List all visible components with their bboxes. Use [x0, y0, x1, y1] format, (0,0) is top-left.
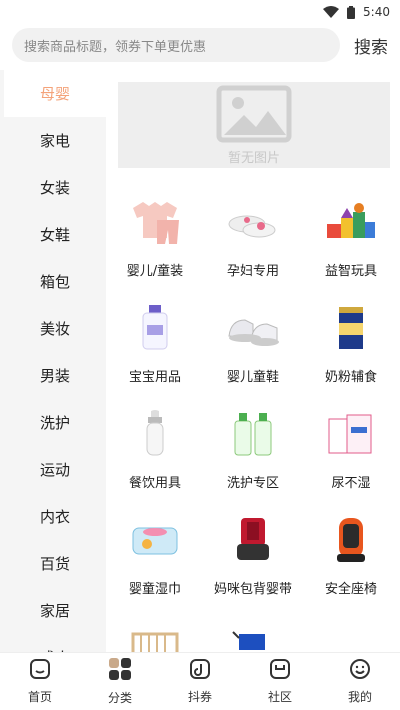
- category-content: 暂无图片 婴儿/童装 孕妇专用 益智玩具宝宝用品 婴儿童鞋 奶粉辅食餐饮用具 洗护专区 尿不…: [106, 70, 400, 652]
- image-placeholder-icon: [216, 85, 292, 142]
- sidebar-item-label: 女装: [39, 179, 70, 197]
- sidebar-item[interactable]: 女装: [4, 164, 106, 211]
- sidebar-item[interactable]: 家居: [4, 587, 106, 634]
- banner-placeholder[interactable]: 暂无图片: [118, 82, 390, 168]
- sidebar-item-label: 内衣: [39, 508, 70, 526]
- category-label: 婴童湿巾: [128, 582, 181, 597]
- profile-icon: [349, 658, 371, 683]
- baby-shoes-icon: [224, 302, 282, 354]
- search-placeholder: 搜索商品标题，领券下单更优惠: [24, 39, 207, 55]
- sidebar-item-label: 运动: [39, 461, 70, 479]
- baby-lotion-icon: [126, 302, 184, 354]
- sidebar-item[interactable]: 成人: [4, 634, 106, 652]
- category-item[interactable]: 尿不湿: [302, 400, 400, 506]
- category-item[interactable]: [204, 612, 302, 652]
- baby-carrier-icon: [224, 514, 282, 566]
- sidebar-item-label: 洗护: [39, 414, 70, 432]
- sidebar-item[interactable]: 美妆: [4, 305, 106, 352]
- sidebar-item[interactable]: 百货: [4, 540, 106, 587]
- sidebar-item[interactable]: 女鞋: [4, 211, 106, 258]
- category-label: 婴儿/童装: [126, 264, 184, 279]
- category-item[interactable]: 婴儿/童装: [106, 188, 204, 294]
- sidebar-item-label: 家居: [39, 602, 70, 620]
- category-item[interactable]: 婴儿童鞋: [204, 294, 302, 400]
- diapers-icon: [322, 408, 380, 460]
- category-label: 妈咪包背婴带: [213, 582, 292, 597]
- category-item[interactable]: 洗护专区: [204, 400, 302, 506]
- baby-bottle-icon: [126, 408, 184, 460]
- tab-douyin-coupon[interactable]: 抖券: [160, 653, 240, 710]
- tab-label: 我的: [347, 690, 372, 704]
- sidebar-item-label: 女鞋: [39, 226, 70, 244]
- sidebar-item[interactable]: 洗护: [4, 399, 106, 446]
- bottom-tabbar: 首页 分类 抖券 社区 我的: [0, 652, 400, 710]
- category-label: 益智玩具: [324, 264, 377, 279]
- sidebar-item-label: 男装: [39, 367, 70, 385]
- search-row: 搜索商品标题，领券下单更优惠 搜索: [12, 28, 388, 62]
- sidebar-item[interactable]: 家电: [4, 117, 106, 164]
- category-item[interactable]: 婴童湿巾: [106, 506, 204, 612]
- community-icon: [269, 658, 291, 683]
- maternity-shoes-icon: [224, 196, 282, 248]
- category-item[interactable]: 孕妇专用: [204, 188, 302, 294]
- douyin-coupon-icon: [189, 658, 211, 683]
- category-label: 安全座椅: [324, 582, 377, 597]
- car-seat-icon: [322, 514, 380, 566]
- building-blocks-icon: [322, 196, 380, 248]
- sidebar-item-label: 家电: [39, 132, 70, 150]
- sidebar-item-label: 百货: [39, 555, 70, 573]
- category-label: 孕妇专用: [226, 264, 279, 279]
- sidebar-item[interactable]: 母婴: [4, 70, 106, 117]
- wifi-icon: [323, 6, 340, 18]
- stroller-icon: [224, 620, 282, 652]
- category-label: 洗护专区: [226, 476, 279, 491]
- tab-home[interactable]: 首页: [0, 653, 80, 710]
- tab-category[interactable]: 分类: [80, 653, 160, 710]
- sidebar-item-label: 母婴: [39, 85, 70, 103]
- category-sidebar: 母婴家电女装女鞋箱包美妆男装洗护运动内衣百货家居成人: [0, 70, 106, 652]
- category-item[interactable]: 妈咪包背婴带: [204, 506, 302, 612]
- tab-profile[interactable]: 我的: [320, 653, 400, 710]
- wet-wipes-icon: [126, 514, 184, 566]
- category-label: 餐饮用具: [128, 476, 181, 491]
- category-item[interactable]: 宝宝用品: [106, 294, 204, 400]
- tab-label: 首页: [27, 690, 52, 704]
- sidebar-item-label: 美妆: [39, 320, 70, 338]
- sidebar-item[interactable]: 运动: [4, 446, 106, 493]
- sidebar-item[interactable]: 内衣: [4, 493, 106, 540]
- sidebar-item[interactable]: 箱包: [4, 258, 106, 305]
- battery-icon: [347, 5, 356, 19]
- search-input[interactable]: 搜索商品标题，领券下单更优惠: [12, 28, 340, 62]
- search-button[interactable]: 搜索: [340, 33, 388, 58]
- category-item[interactable]: 餐饮用具: [106, 400, 204, 506]
- baby-clothes-icon: [126, 196, 184, 248]
- category-item[interactable]: [106, 612, 204, 652]
- sidebar-item-label: 箱包: [39, 273, 70, 291]
- tab-label: 抖券: [187, 690, 212, 704]
- category-item[interactable]: 益智玩具: [302, 188, 400, 294]
- home-icon: [29, 658, 51, 683]
- category-label: 奶粉辅食: [324, 370, 377, 385]
- category-label: 尿不湿: [331, 476, 371, 491]
- crib-icon: [126, 620, 184, 652]
- category-label: 宝宝用品: [128, 370, 181, 385]
- tab-community[interactable]: 社区: [240, 653, 320, 710]
- category-grid: 婴儿/童装 孕妇专用 益智玩具宝宝用品 婴儿童鞋 奶粉辅食餐饮用具 洗护专区 尿不湿婴童湿巾…: [106, 188, 400, 652]
- tab-label: 社区: [267, 690, 292, 704]
- category-item[interactable]: 奶粉辅食: [302, 294, 400, 400]
- category-item[interactable]: 安全座椅: [302, 506, 400, 612]
- status-bar: 5:40: [0, 0, 400, 24]
- milk-powder-icon: [322, 302, 380, 354]
- banner-text: 暂无图片: [227, 150, 280, 166]
- status-time: 5:40: [363, 5, 390, 19]
- tab-label: 分类: [107, 691, 132, 705]
- sidebar-item[interactable]: 男装: [4, 352, 106, 399]
- detergent-icon: [224, 408, 282, 460]
- category-icon: [108, 657, 132, 684]
- category-label: 婴儿童鞋: [226, 370, 279, 385]
